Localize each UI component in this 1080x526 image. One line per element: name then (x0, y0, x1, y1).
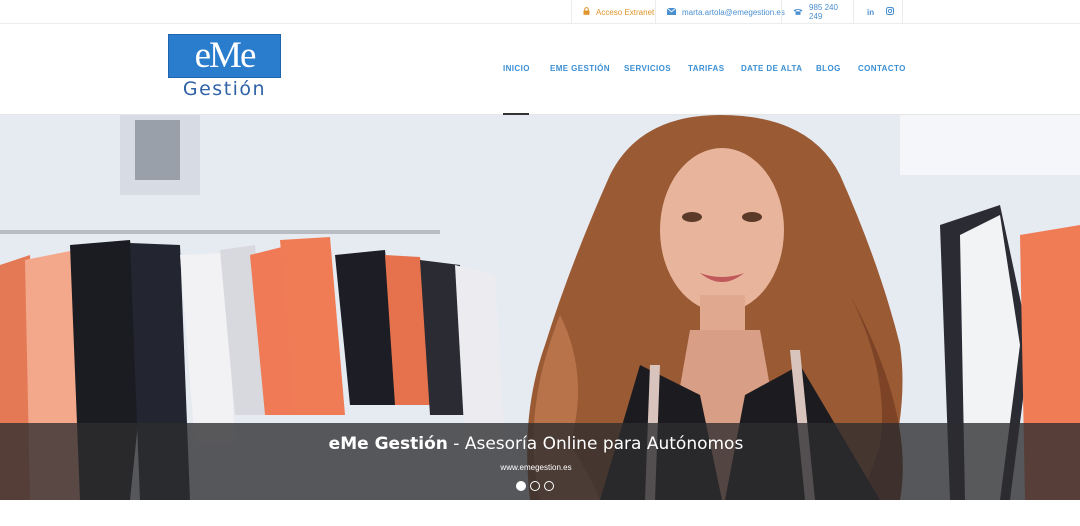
hero-slider[interactable]: eMe Gestión - Asesoría Online para Autón… (0, 115, 1080, 500)
main-nav: INICIO EME GESTIÓN SERVICIOS TARIFAS DAT… (0, 24, 1080, 115)
lock-icon (583, 7, 590, 17)
extranet-label: Acceso Extranet (596, 7, 655, 17)
slider-dot-2[interactable] (530, 481, 540, 491)
hero-title: eMe Gestión - Asesoría Online para Autón… (0, 434, 1072, 454)
envelope-icon (666, 7, 677, 17)
slider-dot-3[interactable] (544, 481, 554, 491)
nav-item-eme-gestion[interactable]: EME GESTIÓN (550, 64, 610, 73)
social-links: in (853, 0, 903, 24)
instagram-icon[interactable] (886, 7, 895, 17)
hero-subtitle: www.emegestion.es (500, 463, 572, 472)
slider-dots (516, 481, 554, 491)
top-bar: Acceso Extranet marta.artola@emegestion.… (0, 0, 1080, 24)
page-bottom (0, 500, 1080, 526)
hero-title-bold: eMe Gestión (328, 434, 448, 454)
nav-item-servicios[interactable]: SERVICIOS (624, 64, 671, 73)
phone-label: 985 240 249 (809, 3, 838, 21)
nav-item-inicio[interactable]: INICIO (503, 64, 530, 73)
nav-item-date-de-alta[interactable]: DATE DE ALTA (741, 64, 802, 73)
hero-title-rest: - Asesoría Online para Autónomos (447, 434, 744, 454)
site-header: eMe Gestión INICIO EME GESTIÓN SERVICIOS… (0, 24, 1080, 115)
nav-item-blog[interactable]: BLOG (816, 64, 841, 73)
slider-dot-1[interactable] (516, 481, 526, 491)
phone-link[interactable]: 985 240 249 (781, 0, 853, 24)
extranet-link[interactable]: Acceso Extranet (571, 0, 655, 24)
email-label: marta.artola@emegestion.es (682, 7, 785, 17)
phone-icon (793, 8, 803, 17)
linkedin-icon[interactable]: in (867, 8, 874, 17)
nav-item-tarifas[interactable]: TARIFAS (688, 64, 724, 73)
nav-item-contacto[interactable]: CONTACTO (858, 64, 906, 73)
email-link[interactable]: marta.artola@emegestion.es (655, 0, 785, 24)
